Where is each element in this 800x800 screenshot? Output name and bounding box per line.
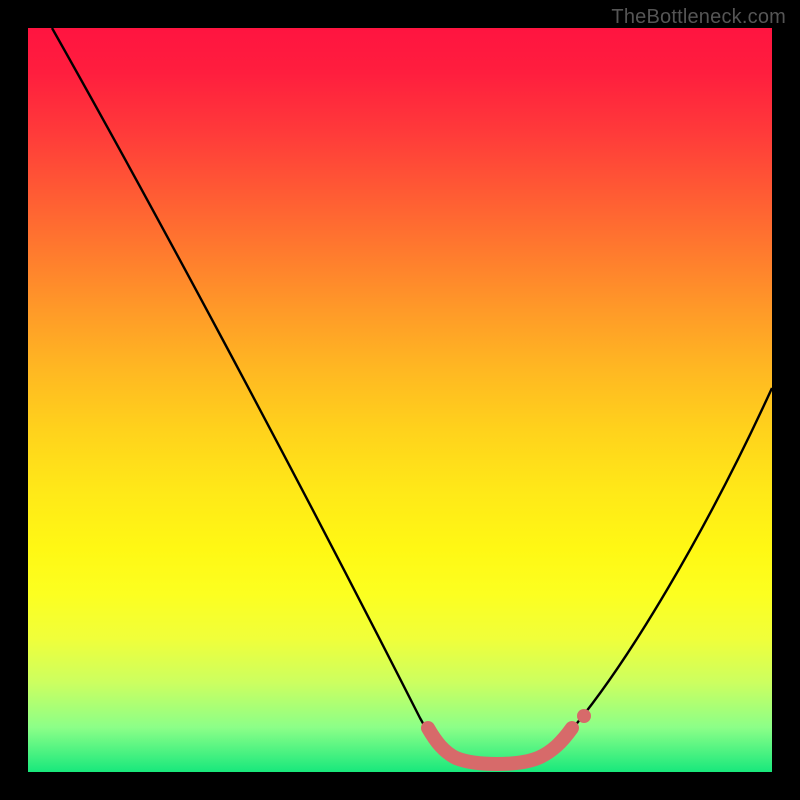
bottleneck-curve-left	[52, 28, 448, 754]
curve-svg	[28, 28, 772, 772]
chart-frame: TheBottleneck.com	[0, 0, 800, 800]
bottleneck-curve-right	[568, 388, 772, 734]
highlight-dot	[577, 709, 591, 723]
plot-area	[28, 28, 772, 772]
highlight-band	[428, 728, 572, 764]
watermark-text: TheBottleneck.com	[611, 6, 786, 29]
